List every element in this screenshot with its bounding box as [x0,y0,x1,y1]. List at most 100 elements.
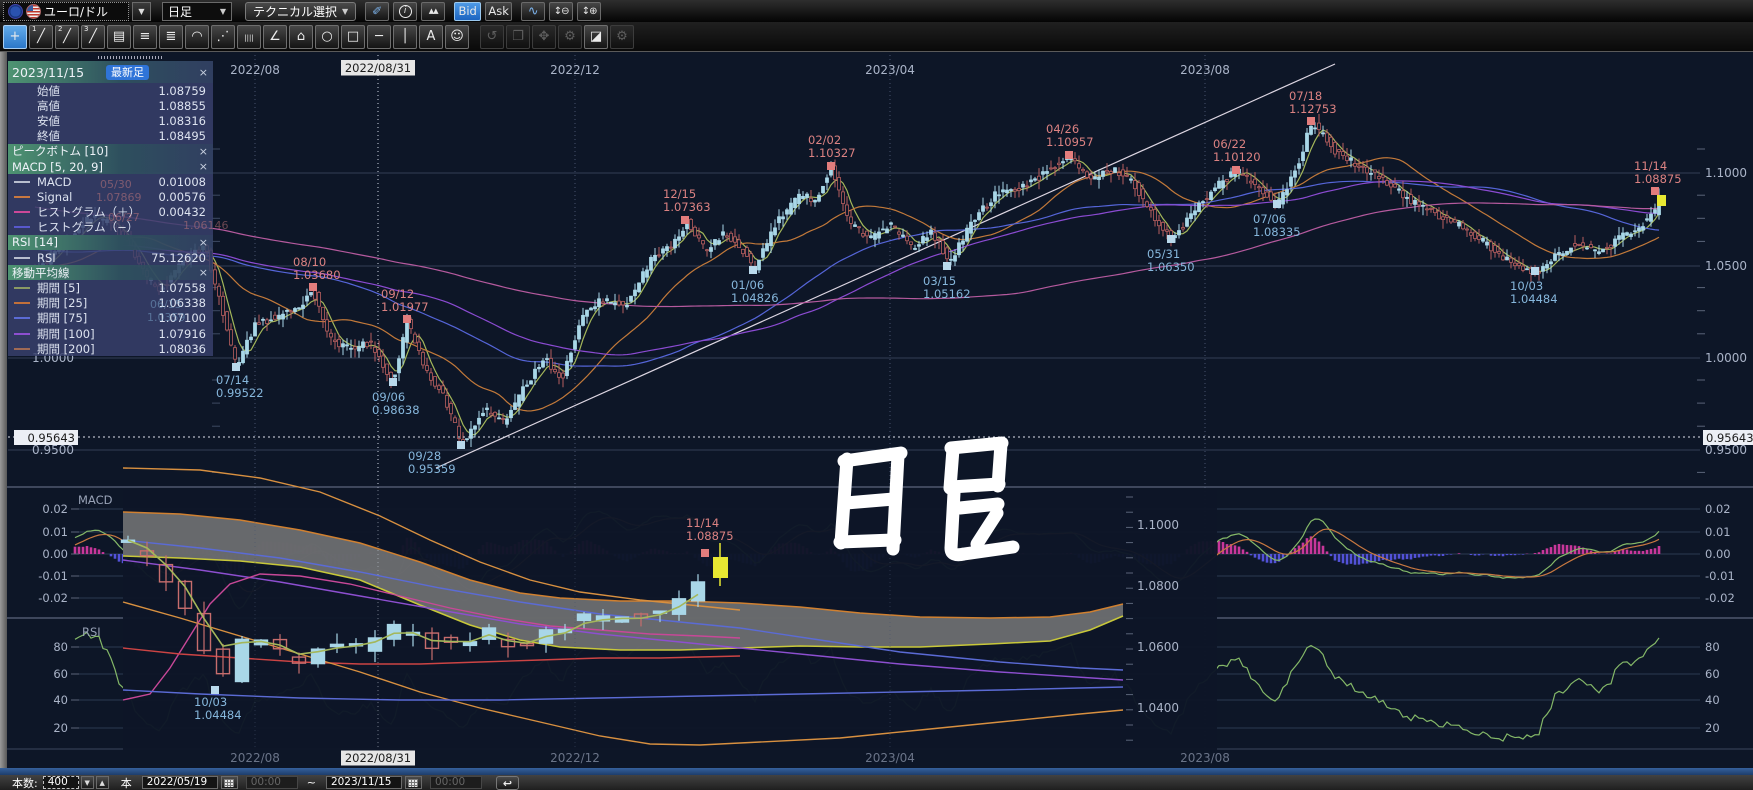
bar-count-down-button[interactable]: ▼ [81,776,94,789]
svg-text:1.08875: 1.08875 [686,529,734,543]
settings-wrench-button[interactable]: ⚙ [558,25,582,49]
window-bottom-divider [0,768,1753,775]
duplicate-button[interactable]: ❐ [506,25,530,49]
fibonacci-timezone-tool[interactable]: |||| [237,25,261,49]
zoom-out-button[interactable]: ↕⊖ [549,2,573,21]
latest-bar-badge: 最新足 [106,65,149,80]
svg-text:11/14: 11/14 [686,516,719,530]
pencil-icon: ✐ [372,4,382,18]
panel-section-header: 移動平均線× [8,265,213,280]
svg-text:1.04484: 1.04484 [1510,292,1558,306]
trendline-1-tool[interactable]: ╱1 [29,25,53,49]
svg-text:1.07363: 1.07363 [663,200,711,214]
rectangle-tool[interactable]: □ [341,25,365,49]
text-tool[interactable]: A [419,25,443,49]
timeframe-select[interactable]: 日足 ▼ [162,2,232,21]
close-indicator-button[interactable]: × [199,236,210,249]
svg-text:20: 20 [1705,721,1720,735]
svg-text:04/26: 04/26 [1046,122,1079,136]
to-date-field[interactable]: 2023/11/15 [326,776,402,789]
chart-style-button[interactable]: ▲▲ [421,2,445,21]
close-indicator-button[interactable]: × [199,66,210,79]
svg-text:MACD: MACD [78,493,113,507]
svg-text:0.99522: 0.99522 [216,386,264,400]
svg-text:2022/08/31: 2022/08/31 [345,751,411,765]
from-date-field[interactable]: 2022/05/19 [142,776,218,789]
svg-text:1.01977: 1.01977 [381,300,429,314]
svg-text:60: 60 [53,667,68,681]
main-chart-canvas[interactable]: 07/140.9952208/101.0368009/121.0197709/0… [0,52,1753,768]
pair-selector[interactable]: ユーロ/ドル [3,2,129,21]
range-tilde-label: ~ [307,776,316,789]
panel-drag-handle[interactable] [98,56,162,59]
bid-button[interactable]: Bid [454,2,481,21]
svg-text:0.95359: 0.95359 [408,462,456,476]
fibonacci-retracement-tool[interactable]: ≡ [133,25,157,49]
crosshair-tool[interactable]: + [3,25,27,49]
trendline-2-tool[interactable]: ╱2 [55,25,79,49]
ghost-annotation: 1.0359 [147,311,186,324]
main-toolbar: ユーロ/ドル ▼ 日足 ▼ テクニカル選択 ▼ ✐ i ▲▲ Bid Ask ∿… [0,0,1753,22]
svg-text:-0.02: -0.02 [38,591,68,605]
fibonacci-arc-tool[interactable]: ◠ [185,25,209,49]
indicator-row: 終値1.08495 [8,129,213,144]
bar-count-up-button[interactable]: ▲ [96,776,109,789]
svg-text:2022/12: 2022/12 [550,751,600,765]
svg-text:1.04826: 1.04826 [731,291,779,305]
pair-dropdown-button[interactable]: ▼ [132,2,151,21]
svg-text:2023/04: 2023/04 [865,751,915,765]
parallel-lines-tool[interactable]: ≣ [159,25,183,49]
technical-select[interactable]: テクニカル選択 ▼ [245,2,356,21]
svg-text:-0.01: -0.01 [1705,569,1735,583]
fibonacci-fan-tool[interactable]: ⋰ [211,25,235,49]
pentagon-tool[interactable]: ⌂ [289,25,313,49]
close-indicator-button[interactable]: × [199,160,210,173]
to-time-field: 00:00 [430,776,482,789]
zoom-out-icon: ↕⊖ [554,6,569,17]
horizontal-line-tool[interactable]: ─ [367,25,391,49]
properties-button[interactable]: ⚙ [610,25,634,49]
zoomed-chart-overlay[interactable]: 11/141.0887510/031.044841.10001.08001.06… [122,468,1218,750]
calendar-icon [224,779,234,787]
tick-chart-button[interactable]: ∿ [521,2,545,21]
close-indicator-button[interactable]: × [199,266,210,279]
svg-text:RSI: RSI [82,625,101,639]
trendline-3-tool[interactable]: ╱3 [81,25,105,49]
from-date-calendar-button[interactable] [221,776,238,789]
indicator-row: 安値1.08316 [8,113,213,128]
close-indicator-button[interactable]: × [199,145,210,158]
svg-text:1.08335: 1.08335 [1253,225,1301,239]
pan-hand-button[interactable]: ✥ [532,25,556,49]
gann-fan-tool[interactable]: ∠ [263,25,287,49]
info-button[interactable]: i [393,2,417,21]
history-back-button[interactable]: ↺ [480,25,504,49]
vertical-line-tool[interactable]: │ [393,25,417,49]
ruler-tool[interactable]: ▤ [107,25,131,49]
svg-text:07/18: 07/18 [1289,89,1322,103]
zoom-in-icon: ↕⊕ [582,6,597,17]
svg-text:-0.02: -0.02 [1705,591,1735,605]
mountain-icon: ▲▲ [429,7,438,15]
reset-range-button[interactable]: ↩ [496,776,519,790]
svg-text:02/02: 02/02 [808,133,841,147]
ask-button[interactable]: Ask [485,2,512,21]
eraser-button[interactable]: ◪ [584,25,608,49]
svg-text:09/12: 09/12 [381,287,414,301]
from-time-field: 00:00 [246,776,298,789]
svg-text:2022/12: 2022/12 [550,63,600,77]
svg-text:0.00: 0.00 [1705,547,1731,561]
svg-text:0.01: 0.01 [42,525,68,539]
svg-text:0.98638: 0.98638 [372,403,420,417]
svg-text:1.06350: 1.06350 [1147,260,1195,274]
icon-stamp-tool[interactable]: ☺ [445,25,469,49]
indicator-row: RSI75.12620 [8,250,213,265]
ghost-annotation: 1.07869 [96,191,142,204]
draw-tool-button[interactable]: ✐ [365,2,389,21]
ellipse-tool[interactable]: ○ [315,25,339,49]
svg-text:01/06: 01/06 [731,278,764,292]
svg-text:03/15: 03/15 [923,274,956,288]
zoom-in-button[interactable]: ↕⊕ [577,2,601,21]
to-date-calendar-button[interactable] [405,776,422,789]
bar-count-input[interactable]: 400 [43,776,79,789]
eur-flag-icon [8,4,23,19]
